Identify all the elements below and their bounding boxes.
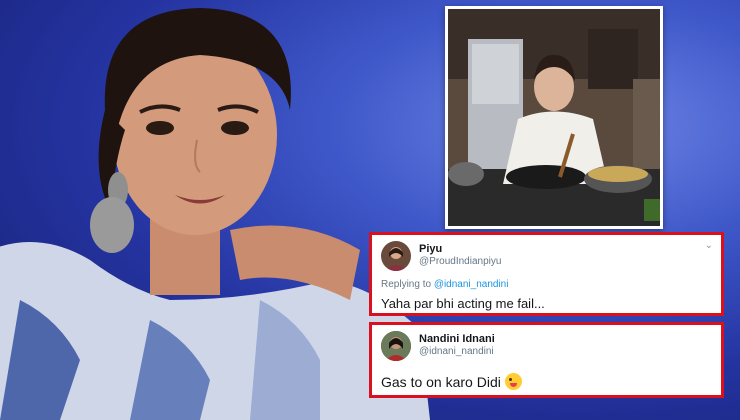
replying-to-mention[interactable]: @idnani_nandini [434, 279, 509, 290]
tweet-text: Gas to on karo Didi [381, 374, 501, 390]
tweet-author-name[interactable]: Piyu [419, 243, 442, 255]
avatar[interactable] [381, 241, 411, 271]
tweet-text: Yaha par bhi acting me fail... [381, 296, 545, 311]
tweet-author-handle[interactable]: @ProudIndianpiyu [419, 256, 501, 267]
chevron-down-icon[interactable]: ⌄ [705, 240, 713, 251]
tweet-card-nandini[interactable]: Nandini Idnani @idnani_nandini Gas to on… [369, 322, 724, 398]
replying-to-line: Replying to @idnani_nandini [381, 279, 508, 290]
tweet-author-handle[interactable]: @idnani_nandini [419, 346, 494, 357]
tweet-text-line: Gas to on karo Didi [381, 373, 522, 390]
tongue-emoji-icon [504, 373, 522, 390]
replying-to-label: Replying to [381, 279, 434, 290]
tweet-card-piyu[interactable]: Piyu @ProudIndianpiyu ⌄ Replying to @idn… [369, 232, 724, 316]
actress-portrait [0, 8, 430, 420]
kitchen-photo [445, 6, 663, 229]
tweet-author-name[interactable]: Nandini Idnani [419, 333, 495, 345]
avatar[interactable] [381, 331, 411, 361]
kitchen-photo-image [448, 9, 660, 226]
